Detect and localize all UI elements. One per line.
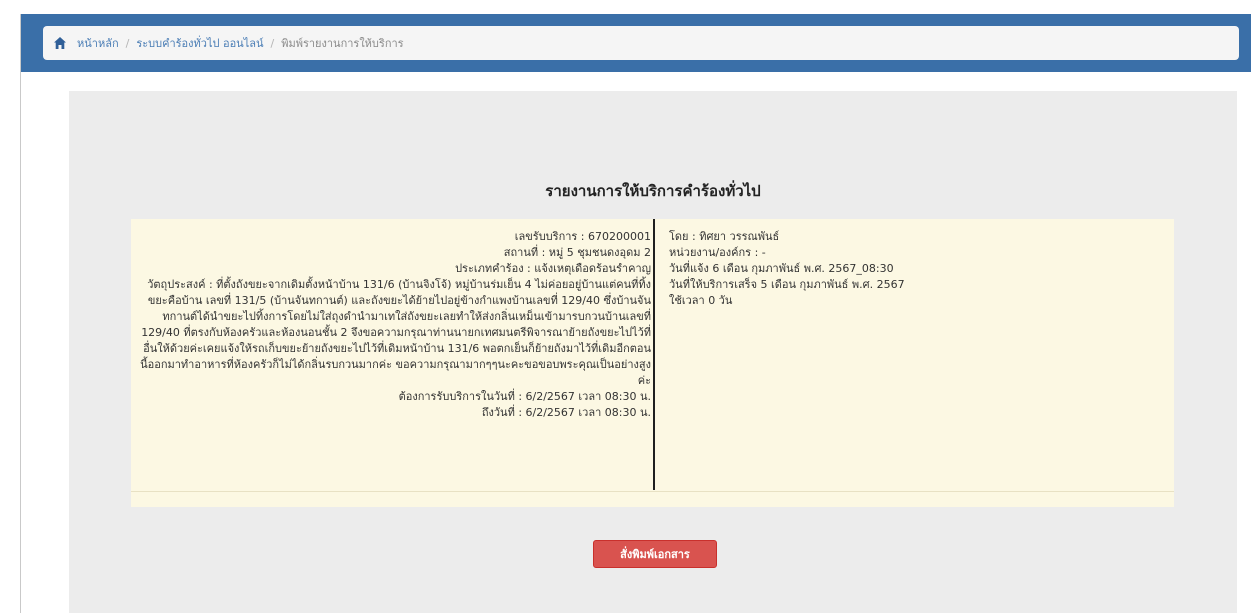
reported-by: โดย : ทิศยา วรรณพันธ์	[669, 230, 780, 243]
report-panel: รายงานการให้บริการคำร้องทั่วไป เลขรับบริ…	[69, 91, 1237, 613]
request-details: เลขรับบริการ : 670200001 สถานที่ : หมู่ …	[139, 229, 651, 421]
completion-date: วันที่ให้บริการเสร็จ 5 เดือน กุมภาพันธ์ …	[669, 278, 905, 291]
breadcrumb-online-request-system[interactable]: ระบบคำร้องทั่วไป ออนไลน์	[136, 34, 263, 52]
report-card: เลขรับบริการ : 670200001 สถานที่ : หมู่ …	[131, 219, 1174, 507]
home-icon[interactable]	[53, 36, 67, 50]
organization-unit: หน่วยงาน/องค์กร : -	[669, 246, 766, 259]
report-title: รายงานการให้บริการคำร้องทั่วไป	[545, 182, 761, 200]
breadcrumb-separator: /	[125, 36, 130, 50]
print-document-button[interactable]: สั่งพิมพ์เอกสาร	[593, 540, 717, 568]
app-frame: หน้าหลัก / ระบบคำร้องทั่วไป ออนไลน์ / พิ…	[20, 14, 1251, 613]
breadcrumb-separator: /	[270, 36, 275, 50]
until-date: ถึงวันที่ : 6/2/2567 เวลา 08:30 น.	[481, 406, 651, 419]
header-bar: หน้าหลัก / ระบบคำร้องทั่วไป ออนไลน์ / พิ…	[21, 14, 1251, 72]
column-divider	[653, 219, 655, 490]
breadcrumb-current-page: พิมพ์รายงานการให้บริการ	[281, 37, 404, 50]
purpose-text: วัตถุประสงค์ : ที่ตั้งถังขยะจากเดิมตั้งห…	[140, 278, 651, 387]
breadcrumb: หน้าหลัก / ระบบคำร้องทั่วไป ออนไลน์ / พิ…	[43, 26, 1239, 60]
service-number: เลขรับบริการ : 670200001	[514, 230, 651, 243]
time-used: ใช้เวลา 0 วัน	[669, 294, 733, 307]
requested-date: ต้องการรับบริการในวันที่ : 6/2/2567 เวลา…	[398, 390, 651, 403]
location: สถานที่ : หมู่ 5 ชุมชนดงอุดม 2	[503, 246, 651, 259]
request-type: ประเภทคำร้อง : แจ้งเหตุเดือดร้อนรำคาญ	[455, 262, 651, 275]
report-date: วันที่แจ้ง 6 เดือน กุมภาพันธ์ พ.ศ. 2567_…	[669, 262, 894, 275]
breadcrumb-home[interactable]: หน้าหลัก	[77, 34, 119, 52]
card-bottom-strip	[131, 491, 1174, 492]
service-details: โดย : ทิศยา วรรณพันธ์ หน่วยงาน/องค์กร : …	[669, 229, 1149, 309]
